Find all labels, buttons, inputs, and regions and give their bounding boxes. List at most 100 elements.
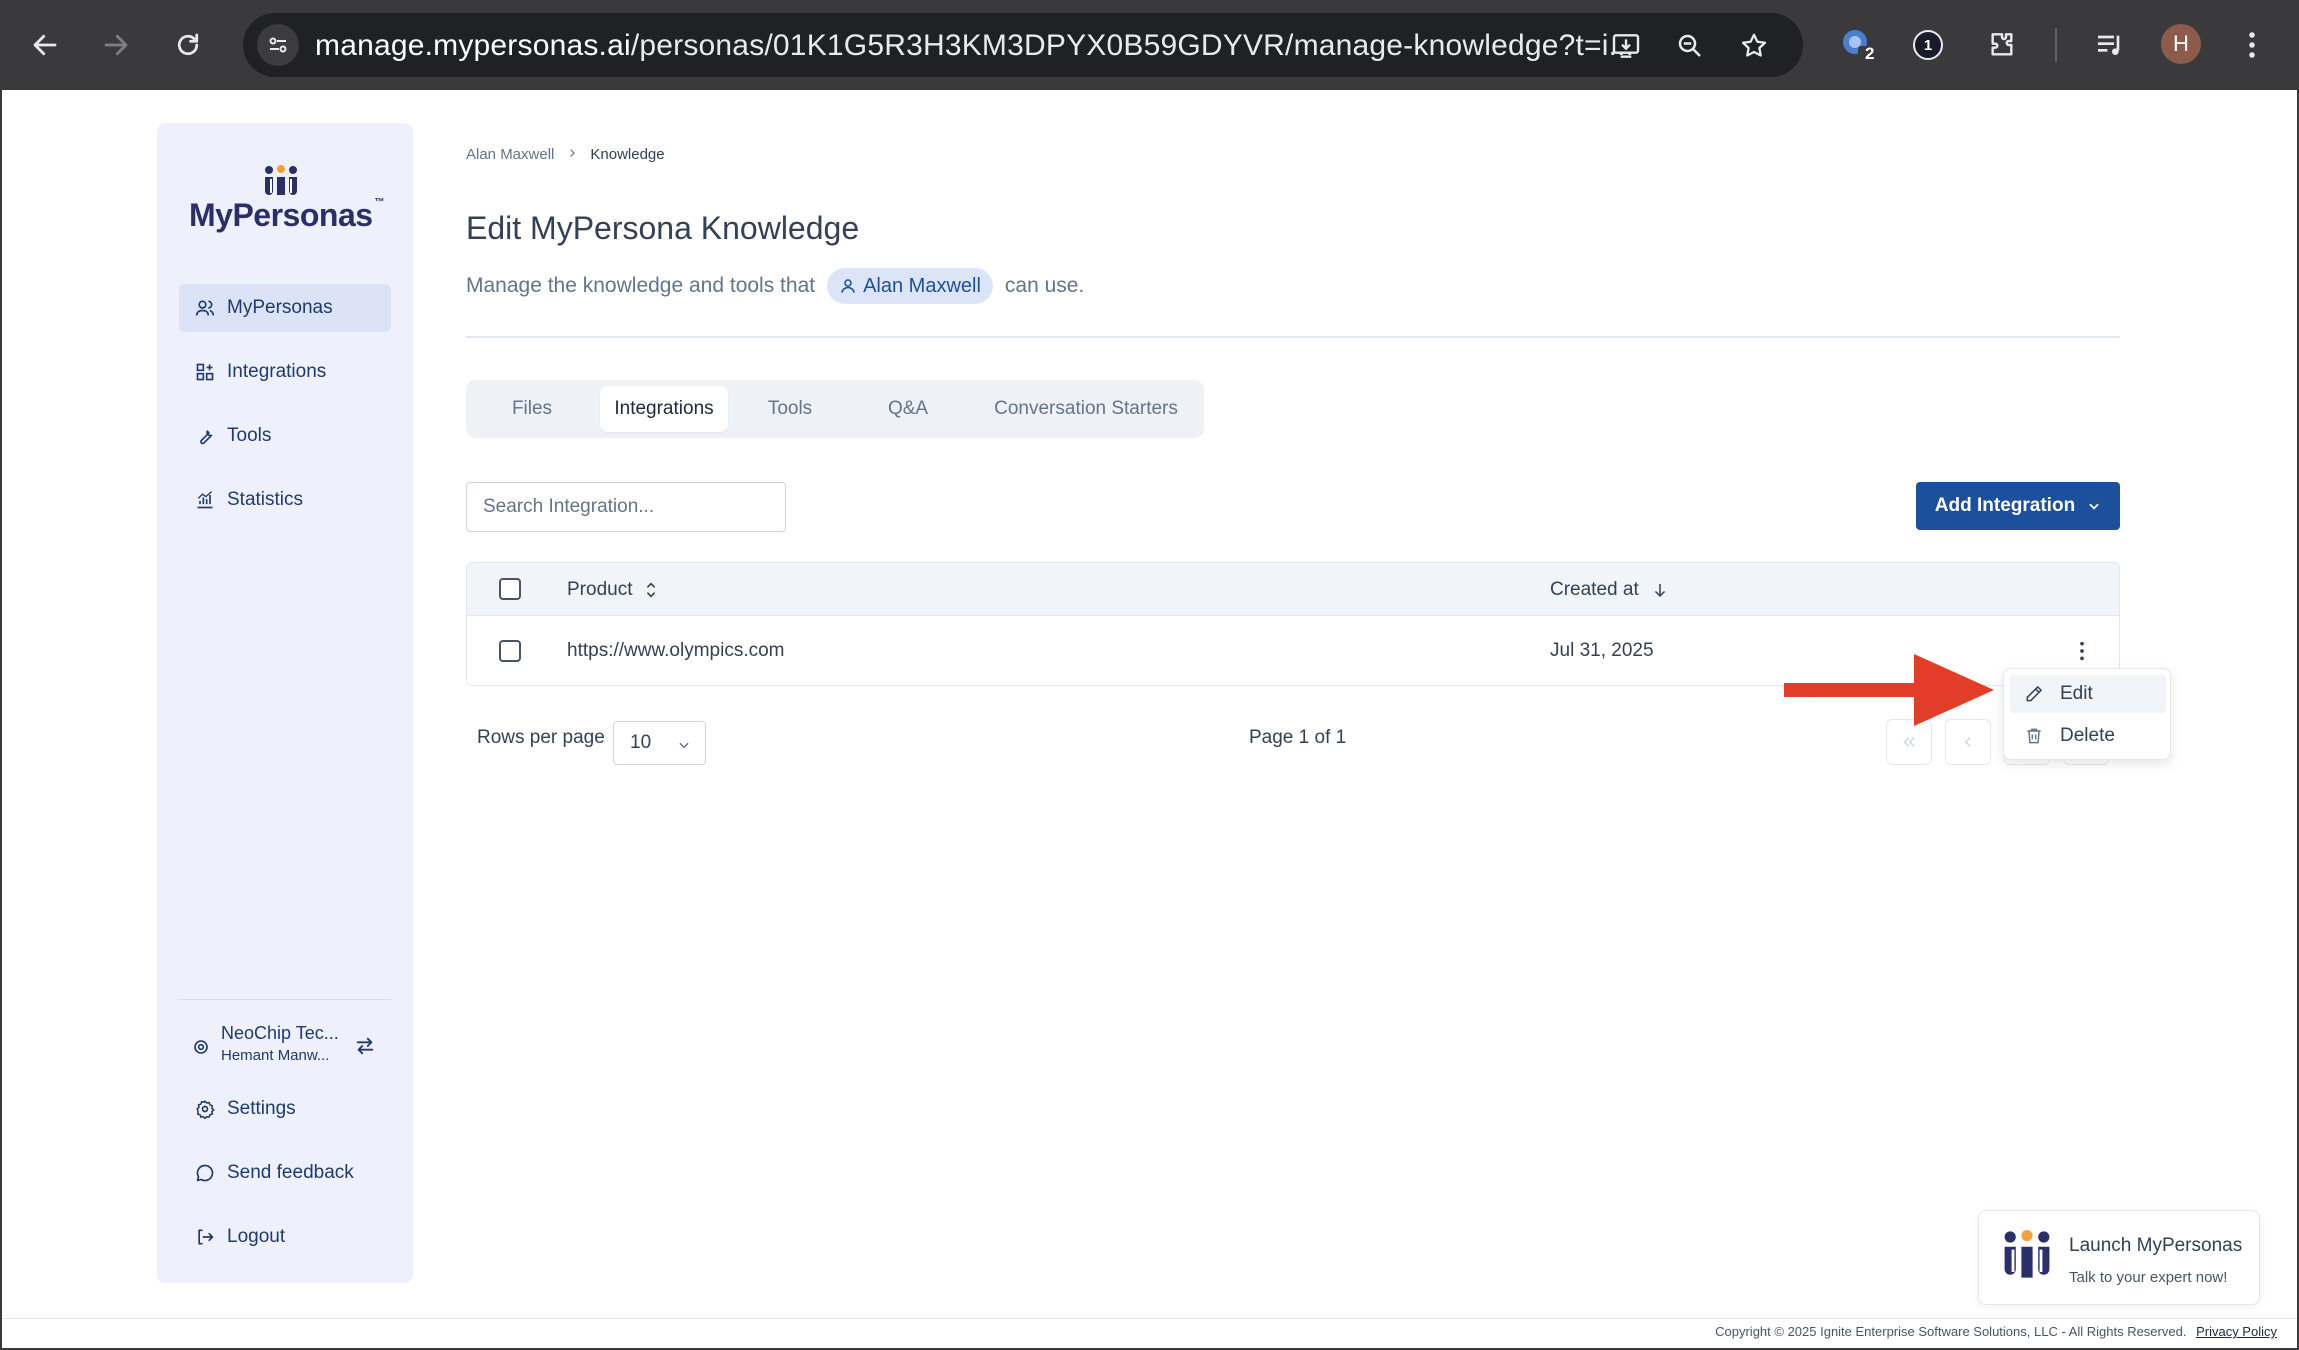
sidebar-item-settings[interactable]: Settings [179, 1085, 391, 1133]
extension-badge-count: 2 [1865, 44, 1875, 63]
privacy-policy-link[interactable]: Privacy Policy [2196, 1324, 2277, 1339]
subtitle-text-after: can use. [1004, 274, 1085, 297]
launch-mypersonas-widget[interactable]: Launch MyPersonas Talk to your expert no… [1978, 1210, 2260, 1305]
reload-icon[interactable] [165, 22, 211, 68]
tab-conversation-starters[interactable]: Conversation Starters [978, 386, 1194, 432]
select-all-checkbox[interactable] [499, 578, 521, 600]
url-text: manage.mypersonas.ai/personas/01K1G5R3H3… [315, 29, 1635, 62]
copyright-text: Copyright © 2025 Ignite Enterprise Softw… [1715, 1324, 2187, 1339]
browser-menu-icon[interactable] [2229, 22, 2275, 68]
gear-icon [196, 1100, 215, 1119]
mypersonas-logo[interactable]: MyPersonas ™ [189, 165, 385, 235]
bookmark-star-icon[interactable] [1737, 29, 1771, 63]
rows-per-page-label: Rows per page [477, 727, 605, 748]
knowledge-tabs: Files Integrations Tools Q&A Conversatio… [466, 380, 1204, 438]
toolbar-divider [2055, 28, 2057, 62]
logout-icon [198, 1229, 214, 1245]
org-user: Hemant Manw... [221, 1047, 330, 1064]
pencil-icon [2026, 686, 2042, 702]
column-label: Product [567, 578, 633, 600]
extensions-puzzle-icon[interactable] [1979, 22, 2025, 68]
site-settings-icon[interactable] [257, 24, 299, 66]
sidebar-item-label: Integrations [227, 361, 327, 382]
subtitle-text-before: Manage the knowledge and tools that [466, 274, 816, 297]
page-subtitle: Manage the knowledge and tools that Alan… [466, 268, 1084, 304]
org-switcher[interactable]: NeoChip Tec... Hemant Manw... [179, 1019, 391, 1079]
column-header-product[interactable]: Product [567, 563, 658, 616]
search-integration-input[interactable] [466, 482, 786, 532]
column-header-created-at[interactable]: Created at [1550, 563, 1669, 616]
add-integration-label: Add Integration [1934, 495, 2076, 516]
user-icon [841, 279, 855, 293]
browser-toolbar: manage.mypersonas.ai/personas/01K1G5R3H3… [0, 0, 2299, 90]
column-label: Created at [1550, 578, 1639, 600]
zoom-icon[interactable] [1673, 29, 1707, 63]
tab-tools[interactable]: Tools [742, 386, 838, 432]
sidebar-item-logout[interactable]: Logout [179, 1213, 391, 1261]
row-checkbox[interactable] [499, 640, 521, 662]
sidebar-item-label: Send feedback [227, 1162, 354, 1183]
forward-icon[interactable] [93, 22, 139, 68]
extension-badge-icon[interactable]: 2 [1835, 22, 1881, 68]
profile-avatar[interactable]: H [2161, 24, 2201, 64]
breadcrumb: Alan Maxwell Knowledge [466, 146, 665, 163]
row-actions-menu: Edit Delete [2003, 668, 2171, 760]
sidebar-item-label: MyPersonas [227, 297, 333, 318]
launch-subtitle: Talk to your expert now! [2069, 1269, 2228, 1286]
table-header: Product Created at [467, 563, 2119, 616]
chevron-down-icon [679, 742, 689, 749]
page-indicator: Page 1 of 1 [1249, 727, 1347, 748]
breadcrumb-parent[interactable]: Alan Maxwell [466, 146, 554, 163]
switch-arrows-icon[interactable] [354, 1035, 376, 1057]
password-manager-icon[interactable]: 1 [1905, 22, 1951, 68]
chat-icon [196, 1164, 214, 1182]
page-title: Edit MyPersona Knowledge [466, 210, 860, 246]
menu-item-edit[interactable]: Edit [2010, 675, 2166, 713]
tab-qa[interactable]: Q&A [864, 386, 952, 432]
header-divider [466, 336, 2120, 338]
chevron-right-icon [566, 146, 578, 163]
tab-integrations[interactable]: Integrations [600, 386, 728, 432]
sidebar-item-label: Logout [227, 1226, 286, 1247]
rows-per-page-select[interactable]: 10 [613, 721, 706, 765]
address-bar[interactable]: manage.mypersonas.ai/personas/01K1G5R3H3… [243, 13, 1803, 77]
password-manager-label: 1 [1923, 36, 1933, 54]
sidebar-item-tools[interactable]: Tools [179, 412, 391, 460]
org-name: NeoChip Tec... [221, 1023, 339, 1043]
org-icon [194, 1040, 208, 1054]
users-icon [195, 300, 215, 316]
install-app-icon[interactable] [1609, 29, 1643, 63]
wrench-icon [200, 430, 213, 445]
add-integration-button[interactable]: Add Integration [1916, 482, 2120, 530]
launch-title: Launch MyPersonas [2069, 1235, 2243, 1256]
footer-divider [0, 1318, 2299, 1319]
chart-icon [197, 491, 213, 509]
sidebar-item-label: Tools [227, 425, 272, 446]
chevron-down-icon [2089, 503, 2099, 510]
tab-files[interactable]: Files [492, 386, 572, 432]
back-icon[interactable] [22, 22, 68, 68]
sidebar-divider [179, 999, 391, 1000]
sidebar-item-mypersonas[interactable]: MyPersonas [179, 284, 391, 332]
menu-item-label: Delete [2060, 725, 2115, 746]
persona-name: Alan Maxwell [863, 274, 981, 297]
trash-icon [2027, 728, 2041, 744]
sidebar-item-integrations[interactable]: Integrations [179, 348, 391, 396]
mypersonas-logo-icon [2004, 1230, 2050, 1278]
media-control-icon[interactable] [2087, 22, 2133, 68]
brand-wordmark: MyPersonas ™ [189, 197, 385, 233]
footer: Copyright © 2025 Ignite Enterprise Softw… [1715, 1324, 2277, 1339]
sidebar: MyPersonas ™ MyPersonas Integrations Tool… [157, 123, 413, 1283]
rows-per-page-value: 10 [630, 732, 652, 753]
menu-item-label: Edit [2060, 683, 2093, 704]
sidebar-item-send-feedback[interactable]: Send feedback [179, 1149, 391, 1197]
annotation-arrow [1784, 654, 1994, 726]
menu-item-delete[interactable]: Delete [2010, 717, 2166, 755]
integrations-icon [196, 363, 214, 381]
sidebar-item-label: Statistics [227, 489, 304, 510]
mypersonas-logo-icon [265, 165, 297, 195]
breadcrumb-current: Knowledge [590, 146, 665, 163]
persona-chip: Alan Maxwell [827, 268, 993, 304]
sidebar-item-statistics[interactable]: Statistics [179, 476, 391, 524]
sort-icon [647, 582, 656, 597]
